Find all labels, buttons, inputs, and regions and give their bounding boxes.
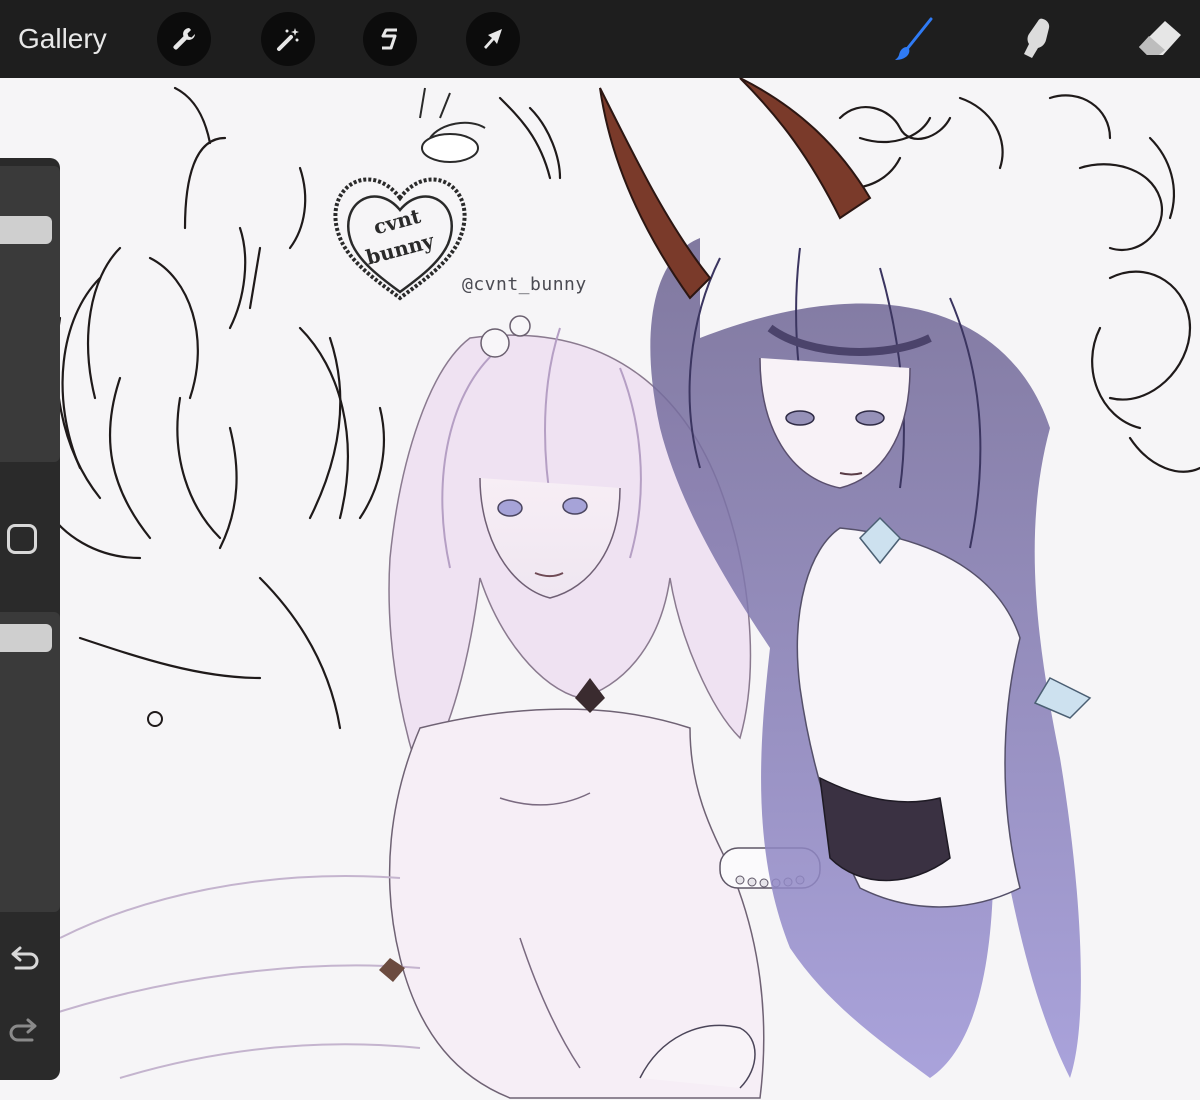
svg-text:bunny: bunny: [363, 228, 437, 269]
wrench-icon: [173, 28, 195, 50]
smudge-button[interactable]: [1005, 10, 1065, 68]
paint-brush-button[interactable]: [885, 10, 945, 68]
actions-button[interactable]: [157, 12, 211, 66]
brush-size-knob[interactable]: [0, 216, 52, 244]
watermark-handle: @cvnt_bunny: [462, 274, 587, 295]
eraser-button[interactable]: [1130, 10, 1190, 68]
eraser-icon: [1139, 21, 1181, 55]
smudge-finger-icon: [1024, 18, 1050, 58]
selection-button[interactable]: [363, 12, 417, 66]
modify-square-icon[interactable]: [7, 524, 37, 554]
artwork-illustration: cvnt bunny: [38, 78, 1200, 1099]
transform-button[interactable]: [466, 12, 520, 66]
brush-icon: [895, 17, 933, 60]
left-sidebar: [0, 158, 60, 1080]
magic-wand-icon: [277, 28, 299, 51]
top-toolbar: Gallery: [0, 0, 1200, 78]
adjustments-button[interactable]: [261, 12, 315, 66]
undo-icon[interactable]: [6, 942, 42, 978]
arrow-cursor-icon: [484, 29, 502, 49]
drawing-canvas[interactable]: cvnt bunny @cvnt_bunny: [0, 78, 1200, 1100]
opacity-slider[interactable]: [0, 612, 60, 912]
gallery-button[interactable]: Gallery: [18, 20, 107, 58]
watermark-logo: [333, 87, 486, 301]
redo-icon[interactable]: [6, 1014, 42, 1050]
selection-s-icon: [381, 28, 397, 50]
brush-size-slider[interactable]: [0, 166, 60, 462]
opacity-knob[interactable]: [0, 624, 52, 652]
